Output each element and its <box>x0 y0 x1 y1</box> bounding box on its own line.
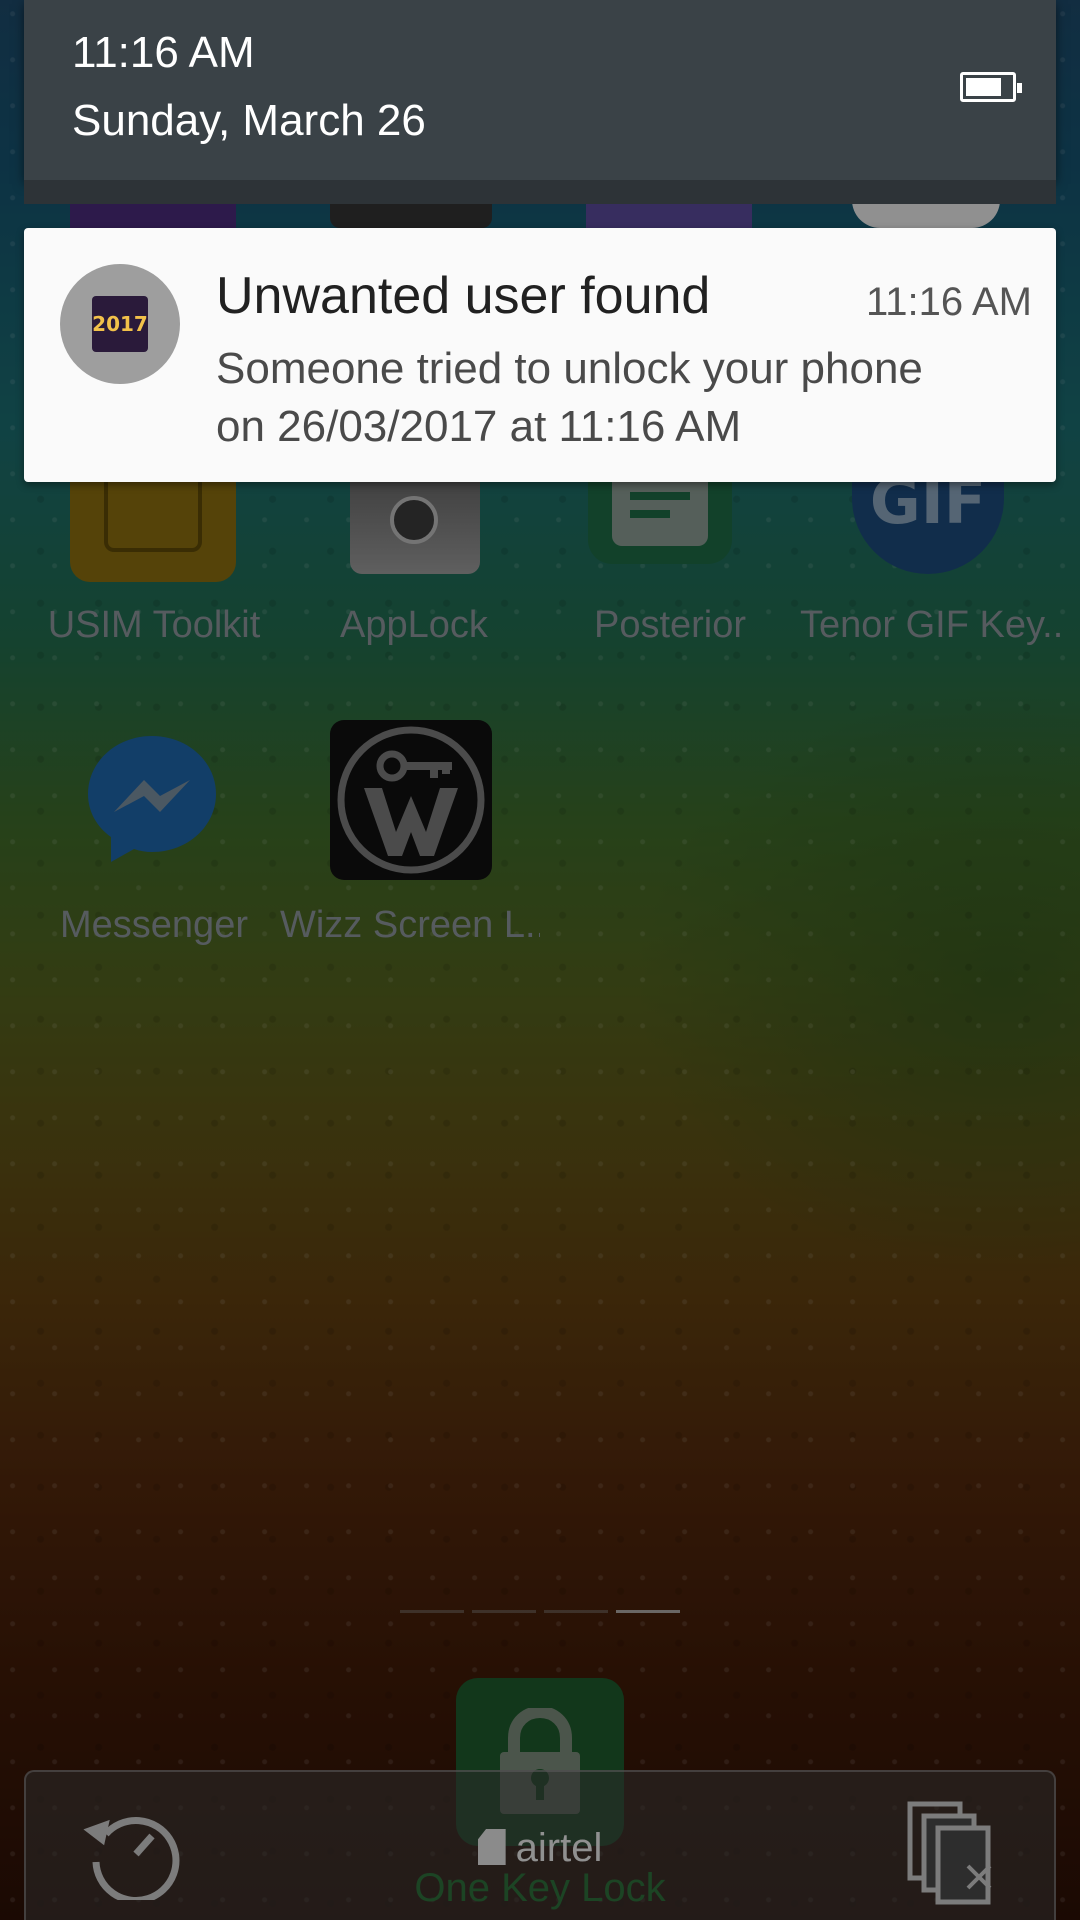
notification-title: Unwanted user found <box>216 267 711 325</box>
header-shadow <box>24 180 1056 204</box>
2017-new-year-icon: 2017 <box>92 296 148 352</box>
notification-time: 11:16 AM <box>865 280 1032 324</box>
icon-text: 2017 <box>92 312 148 336</box>
notification-shade-header: 11:16 AM Sunday, March 26 <box>24 0 1056 180</box>
notification-body: Someone tried to unlock your phone on 26… <box>216 344 923 451</box>
clock: 11:16 AM <box>72 28 255 77</box>
notification-card[interactable]: 2017 Unwanted user found 11:16 AM Someon… <box>24 228 1056 482</box>
battery-level <box>966 78 1001 96</box>
date: Sunday, March 26 <box>72 96 426 145</box>
app-avatar: 2017 <box>60 264 180 384</box>
home-screen: GIF USIM Toolkit AppLock Posterior Tenor… <box>0 0 1080 1920</box>
battery-icon <box>960 72 1022 102</box>
